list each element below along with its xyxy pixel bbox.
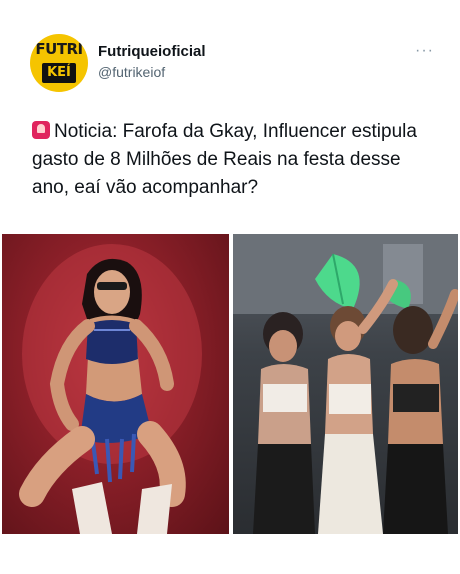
avatar-text-top: FUTRÍ bbox=[35, 40, 83, 58]
photo-party[interactable] bbox=[233, 234, 458, 534]
avatar-text-box: KEÍ bbox=[42, 63, 76, 83]
photo-gkay[interactable] bbox=[2, 234, 229, 534]
user-block: Futriqueioficial @futrikeiof bbox=[98, 42, 206, 82]
tweet-header: FUTRÍ KEÍ Futriqueioficial @futrikeiof ·… bbox=[30, 34, 440, 96]
avatar[interactable]: FUTRÍ KEÍ bbox=[30, 34, 88, 92]
handle[interactable]: @futrikeiof bbox=[98, 62, 206, 82]
photo-gkay-illustration bbox=[19, 244, 202, 534]
display-name[interactable]: Futriqueioficial bbox=[98, 42, 206, 62]
tweet-text: Noticia: Farofa da Gkay, Influencer esti… bbox=[32, 118, 442, 202]
tweet-body: Noticia: Farofa da Gkay, Influencer esti… bbox=[32, 121, 417, 198]
siren-icon bbox=[32, 121, 50, 139]
photo-party-illustration bbox=[233, 234, 458, 534]
media-grid bbox=[2, 234, 458, 534]
more-options-icon[interactable]: ··· bbox=[415, 42, 434, 60]
avatar-text-bottom: KEÍ bbox=[47, 65, 71, 80]
